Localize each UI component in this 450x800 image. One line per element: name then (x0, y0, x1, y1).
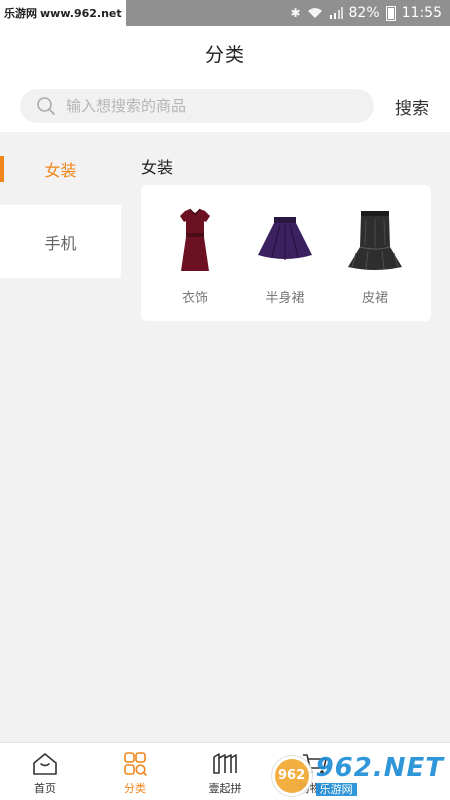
clock: 11:55 (401, 5, 442, 21)
watermark: 962 962.NET 乐游网 (271, 753, 444, 796)
sidebar-item-phones[interactable]: 手机 (0, 205, 121, 278)
subcategory-label: 衣饰 (181, 291, 208, 306)
group-buy-icon (213, 753, 237, 774)
watermark-text: 962.NET 乐游网 (315, 753, 444, 796)
category-grid-icon (124, 752, 147, 776)
leather-skirt-image (348, 211, 402, 270)
header: 分类 (0, 26, 450, 80)
search-box[interactable] (20, 89, 374, 123)
watermark-site-name: 乐游网 (315, 783, 357, 796)
watermark-brand: 乐游网 (4, 7, 37, 20)
search-input[interactable] (66, 97, 346, 115)
sidebar-item-womens-wear[interactable]: 女装 (0, 132, 121, 205)
nav-label: 壹起拼 (208, 782, 242, 795)
status-bar: 乐游网 www.962.net ✱ 82% 11:55 (0, 0, 450, 26)
purple-skirt-image (258, 217, 312, 260)
home-icon (33, 753, 57, 775)
nav-label: 分类 (124, 782, 146, 795)
sidebar-item-label: 手机 (44, 233, 77, 253)
subcategory-item-skirt[interactable]: 半身裙 (245, 207, 325, 306)
nav-label: 首页 (34, 782, 56, 795)
subcategory-label: 半身裙 (265, 291, 305, 306)
section-title: 女装 (141, 158, 174, 177)
nav-group-buy[interactable]: 壹起拼 (180, 743, 270, 800)
bluetooth-icon: ✱ (290, 6, 301, 20)
search-row: 搜索 (0, 80, 450, 132)
subcategory-card: 衣饰 半身裙 皮裙 (141, 185, 431, 321)
status-icons: ✱ 82% 11:55 (290, 5, 450, 21)
page-title: 分类 (204, 43, 245, 66)
signal-icon (329, 7, 343, 19)
subcategory-item-clothing[interactable]: 衣饰 (155, 207, 235, 306)
wifi-icon (307, 8, 322, 18)
sidebar-item-label: 女装 (44, 160, 77, 180)
watermark-badge: 乐游网 www.962.net (0, 0, 126, 26)
nav-category[interactable]: 分类 (90, 743, 180, 800)
category-sidebar: 女装 手机 (0, 132, 121, 278)
watermark-logo: 962 (271, 755, 312, 796)
battery-icon (385, 5, 396, 21)
nav-home[interactable]: 首页 (0, 743, 90, 800)
search-icon (37, 97, 55, 115)
watermark-domain: 962.NET (315, 753, 444, 783)
subcategory-label: 皮裙 (361, 291, 388, 306)
red-dress-image (180, 208, 210, 271)
subcategory-item-leather-skirt[interactable]: 皮裙 (335, 207, 415, 306)
watermark-url: www.962.net (40, 6, 122, 20)
bottom-nav: 首页 分类 壹起拼 购物车 962 962.NET 乐游网 (0, 742, 450, 800)
search-button[interactable]: 搜索 (395, 94, 429, 119)
battery-percent: 82% (348, 5, 380, 21)
